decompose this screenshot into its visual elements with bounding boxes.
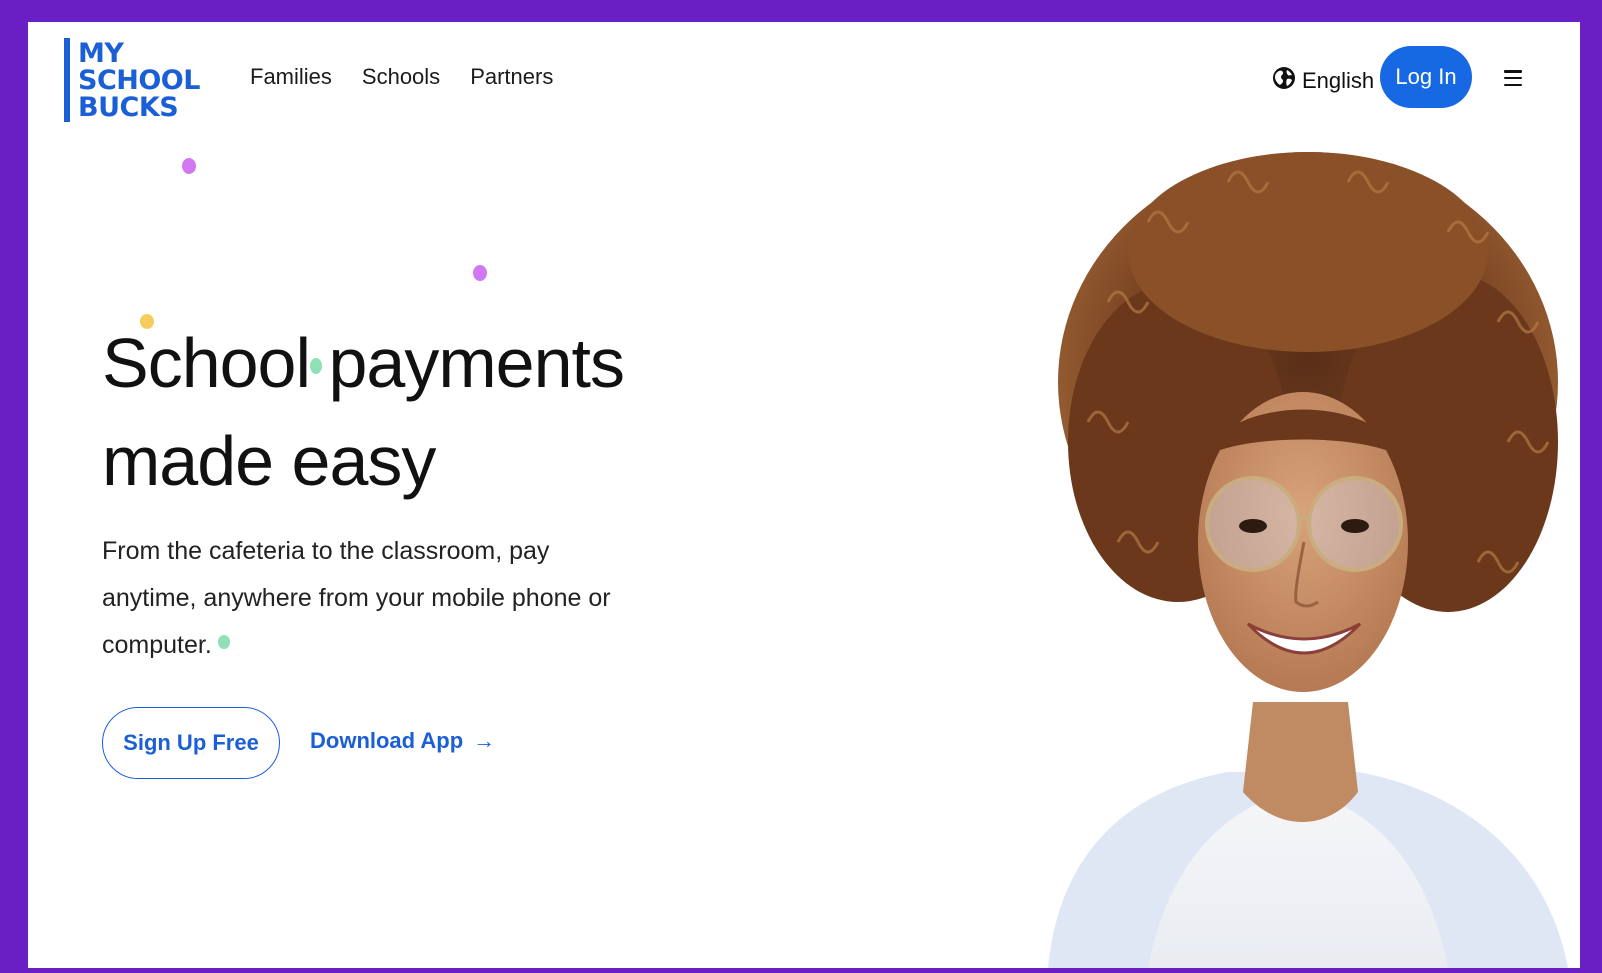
logo-line-2: SCHOOL xyxy=(78,64,200,96)
logo-line-3: BUCKS xyxy=(78,91,179,123)
nav-item-partners[interactable]: Partners xyxy=(470,64,553,90)
hero-photo xyxy=(1048,152,1568,968)
download-app-label: Download App xyxy=(310,728,464,753)
hero-subtitle: From the cafeteria to the classroom, pay… xyxy=(102,537,611,659)
hamburger-line xyxy=(1504,83,1522,86)
logo[interactable]: MY SCHOOL BUCKS xyxy=(64,34,200,126)
decor-dot-purple xyxy=(182,158,196,174)
arrow-right-icon: → xyxy=(473,728,496,753)
hero-title-line-1: School payments xyxy=(102,324,625,402)
hamburger-line xyxy=(1504,70,1522,73)
decor-dot-purple xyxy=(473,265,487,281)
logo-text: MY SCHOOL BUCKS xyxy=(78,34,200,126)
hero-title-line-2: made easy xyxy=(102,422,436,500)
language-selector[interactable]: English xyxy=(1272,66,1393,96)
hamburger-line xyxy=(1504,76,1522,80)
hero-title: School payments made easy xyxy=(102,314,625,510)
hamburger-menu-icon[interactable] xyxy=(1504,70,1522,86)
language-label: English xyxy=(1302,68,1375,93)
nav-item-families[interactable]: Families xyxy=(250,64,332,90)
login-button[interactable]: Log In xyxy=(1380,46,1472,108)
sign-up-free-button[interactable]: Sign Up Free xyxy=(102,707,280,779)
logo-line-1: MY xyxy=(78,37,124,69)
globe-icon xyxy=(1272,66,1296,96)
download-app-link[interactable]: Download App → xyxy=(310,728,495,754)
page: MY SCHOOL BUCKS Families Schools Partner… xyxy=(28,22,1580,968)
nav-item-schools[interactable]: Schools xyxy=(362,64,440,90)
logo-bar xyxy=(64,38,70,122)
main-nav: Families Schools Partners xyxy=(250,64,553,90)
